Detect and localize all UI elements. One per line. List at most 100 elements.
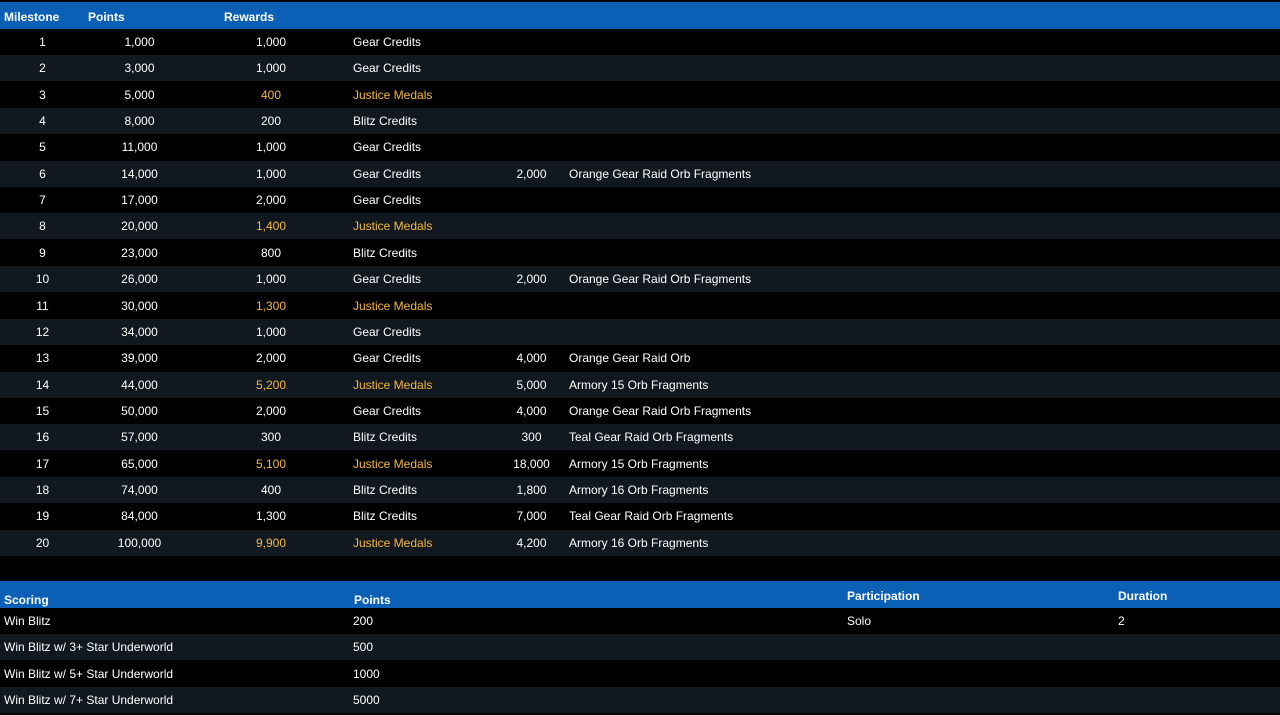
reward1-amount-cell: 1,000 bbox=[255, 166, 287, 181]
reward2-type-cell: Orange Gear Raid Orb Fragments bbox=[569, 166, 752, 181]
reward1-type-cell: Blitz Credits bbox=[353, 509, 418, 524]
reward2-amount-cell: 1,800 bbox=[516, 482, 547, 497]
header-milestone: Milestone bbox=[4, 10, 60, 24]
points-cell: 34,000 bbox=[121, 324, 158, 339]
points-cell: 57,000 bbox=[121, 430, 158, 445]
points-cell: 20,000 bbox=[121, 219, 158, 234]
table-row: 15 50,000 2,000 Gear Credits 4,000 Orange Gea… bbox=[0, 397, 1280, 424]
reward1-type-cell: Blitz Credits bbox=[353, 114, 418, 129]
reward1-type-cell: Gear Credits bbox=[353, 351, 422, 366]
milestone-cell: 18 bbox=[35, 482, 50, 497]
table-row: 12 34,000 1,000 Gear Credits bbox=[0, 318, 1280, 345]
table-row: 3 5,000 400 Justice Medals bbox=[0, 81, 1280, 108]
reward1-type-cell: Gear Credits bbox=[353, 193, 422, 208]
reward1-amount-cell: 2,000 bbox=[255, 403, 287, 418]
table-row: 14 44,000 5,200 Justice Medals 5,000 Armory 1… bbox=[0, 371, 1280, 398]
scoring-name-cell: Win Blitz w/ 5+ Star Underworld bbox=[4, 666, 174, 681]
table-row: 13 39,000 2,000 Gear Credits 4,000 Orange Gea… bbox=[0, 345, 1280, 372]
reward2-amount-cell: 5,000 bbox=[516, 377, 547, 392]
table-row: 1 1,000 1,000 Gear Credits bbox=[0, 29, 1280, 55]
reward1-type-cell: Gear Credits bbox=[353, 35, 422, 49]
table-row: Win Blitz 200 Solo 2 bbox=[0, 608, 1280, 634]
table-row: 6 14,000 1,000 Gear Credits 2,000 Orange Gear… bbox=[0, 160, 1280, 187]
table-row: Win Blitz w/ 3+ Star Underworld 500 bbox=[0, 634, 1280, 661]
reward1-amount-cell: 200 bbox=[260, 114, 282, 129]
reward1-type-cell: Blitz Credits bbox=[353, 482, 418, 497]
scoring-name-cell: Win Blitz bbox=[4, 614, 51, 628]
milestone-cell: 14 bbox=[35, 377, 50, 392]
points-cell: 8,000 bbox=[124, 114, 155, 129]
header-participation: Participation bbox=[847, 589, 920, 603]
participation-cell: Solo bbox=[847, 614, 872, 628]
points-cell: 50,000 bbox=[121, 403, 158, 418]
milestone-cell: 8 bbox=[39, 219, 46, 234]
table-row: Win Blitz w/ 7+ Star Underworld 5000 bbox=[0, 686, 1280, 713]
table-row: 11 30,000 1,300 Justice Medals bbox=[0, 292, 1280, 319]
milestone-cell: 12 bbox=[35, 324, 50, 339]
points-cell: 65,000 bbox=[121, 456, 158, 471]
reward2-amount-cell: 7,000 bbox=[516, 509, 547, 524]
reward1-amount-cell: 800 bbox=[260, 245, 282, 260]
milestone-cell: 4 bbox=[39, 114, 46, 129]
reward2-type-cell: Armory 16 Orb Fragments bbox=[569, 535, 709, 550]
reward1-amount-cell: 9,900 bbox=[255, 535, 287, 550]
points-cell: 5,000 bbox=[124, 87, 155, 102]
reward2-type-cell: Armory 15 Orb Fragments bbox=[569, 377, 709, 392]
reward2-amount-cell bbox=[495, 134, 568, 160]
reward1-amount-cell: 2,000 bbox=[255, 351, 287, 366]
reward2-amount-cell: 300 bbox=[521, 430, 542, 445]
table-row: 17 65,000 5,100 Justice Medals 18,000 Armory … bbox=[0, 450, 1280, 477]
reward2-type-cell: Armory 16 Orb Fragments bbox=[569, 482, 709, 497]
reward1-amount-cell: 1,300 bbox=[255, 509, 287, 524]
points-cell: 100,000 bbox=[117, 535, 162, 550]
scoring-points-cell: 5000 bbox=[353, 692, 380, 707]
reward1-amount-cell: 1,000 bbox=[255, 61, 287, 76]
table-row: 18 74,000 400 Blitz Credits 1,800 Armory 16 O… bbox=[0, 476, 1280, 503]
points-cell: 1,000 bbox=[124, 35, 155, 49]
reward2-amount-cell bbox=[495, 213, 568, 239]
scoring-name-cell: Win Blitz w/ 7+ Star Underworld bbox=[4, 692, 174, 707]
scoring-points-cell: 200 bbox=[353, 614, 374, 628]
reward2-amount-cell: 18,000 bbox=[513, 456, 550, 471]
milestone-cell: 15 bbox=[35, 403, 50, 418]
milestone-cell: 16 bbox=[35, 430, 50, 445]
table-row: 2 3,000 1,000 Gear Credits bbox=[0, 55, 1280, 82]
reward1-type-cell: Justice Medals bbox=[353, 298, 433, 313]
table-row: 8 20,000 1,400 Justice Medals bbox=[0, 213, 1280, 240]
milestone-cell: 20 bbox=[35, 535, 50, 550]
reward2-amount-cell: 2,000 bbox=[516, 166, 547, 181]
reward2-amount-cell bbox=[495, 240, 568, 266]
reward2-amount-cell: 4,200 bbox=[516, 535, 547, 550]
table-row: 16 57,000 300 Blitz Credits 300 Teal Gear Rai… bbox=[0, 424, 1280, 451]
reward1-type-cell: Justice Medals bbox=[353, 377, 433, 392]
points-cell: 11,000 bbox=[121, 140, 158, 155]
points-cell: 30,000 bbox=[121, 298, 158, 313]
duration-cell: 2 bbox=[1118, 614, 1125, 628]
reward2-amount-cell: 4,000 bbox=[516, 403, 547, 418]
reward1-type-cell: Gear Credits bbox=[353, 140, 422, 155]
reward2-type-cell: Teal Gear Raid Orb Fragments bbox=[569, 509, 734, 524]
reward1-amount-cell: 1,000 bbox=[255, 140, 287, 155]
reward2-amount-cell bbox=[495, 319, 568, 345]
reward2-amount-cell bbox=[495, 29, 568, 55]
header-points: Points bbox=[88, 10, 125, 24]
header-rewards: Rewards bbox=[224, 10, 275, 24]
header-scoring-points: Points bbox=[354, 593, 391, 607]
reward1-type-cell: Blitz Credits bbox=[353, 245, 418, 260]
reward2-amount-cell: 2,000 bbox=[516, 272, 547, 287]
table-row: Win Blitz w/ 5+ Star Underworld 1000 bbox=[0, 660, 1280, 687]
milestone-cell: 11 bbox=[36, 298, 49, 313]
reward1-type-cell: Blitz Credits bbox=[353, 430, 418, 445]
milestone-cell: 19 bbox=[35, 509, 50, 524]
reward2-amount-cell: 4,000 bbox=[516, 351, 547, 366]
reward1-type-cell: Gear Credits bbox=[353, 272, 422, 287]
milestones-table-header: Milestone Points Rewards bbox=[0, 2, 1280, 29]
points-cell: 14,000 bbox=[121, 166, 158, 181]
reward1-amount-cell: 5,100 bbox=[255, 456, 287, 471]
header-scoring: Scoring bbox=[4, 593, 49, 607]
reward1-type-cell: Justice Medals bbox=[353, 456, 433, 471]
points-cell: 44,000 bbox=[121, 377, 158, 392]
points-cell: 23,000 bbox=[121, 245, 158, 260]
reward1-amount-cell: 400 bbox=[260, 482, 282, 497]
scoring-name-cell: Win Blitz w/ 3+ Star Underworld bbox=[4, 640, 174, 655]
